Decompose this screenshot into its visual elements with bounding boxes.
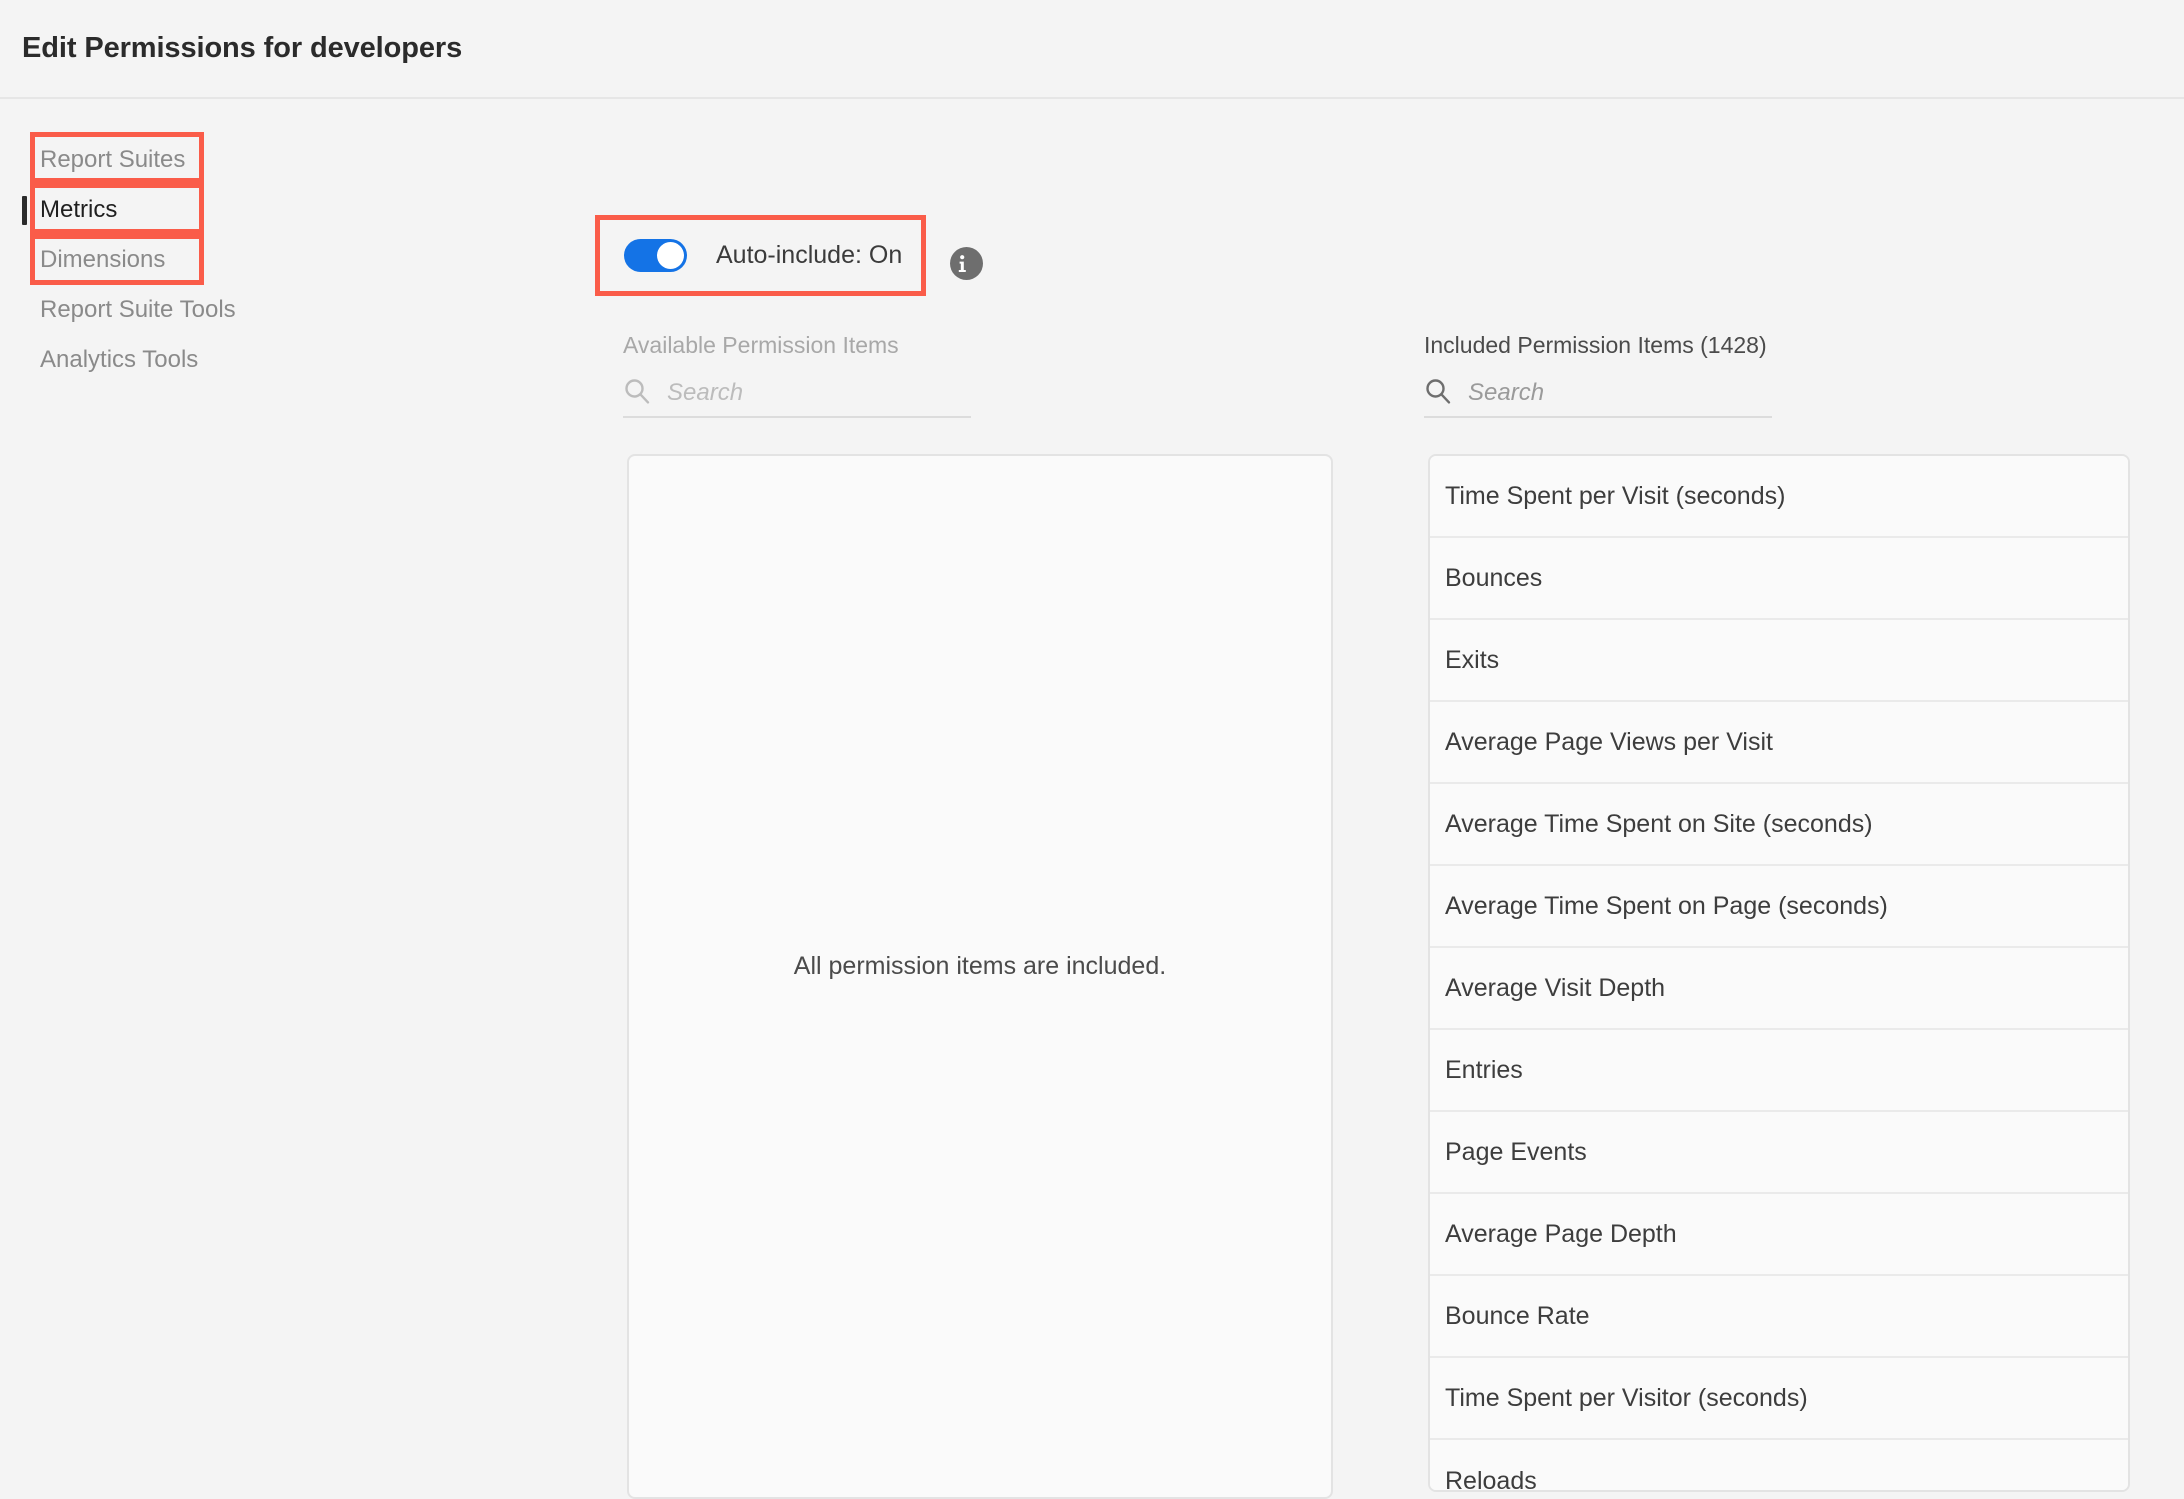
sidebar-item-label: Report Suites — [40, 146, 186, 173]
sidebar-item-analytics-tools[interactable]: Analytics Tools — [0, 335, 600, 385]
auto-include-annotated-group: Auto-include: On — [595, 215, 926, 296]
available-items-heading: Available Permission Items — [623, 332, 899, 358]
list-item[interactable]: Time Spent per Visitor (seconds) — [1430, 1358, 2128, 1440]
page-title: Edit Permissions for developers — [22, 32, 463, 64]
toggle-knob — [657, 242, 684, 269]
info-icon[interactable] — [950, 247, 983, 280]
sidebar-item-report-suites[interactable]: Report Suites — [0, 135, 600, 185]
search-icon — [1424, 377, 1452, 410]
available-search-input[interactable] — [667, 379, 927, 407]
sidebar-item-dimensions[interactable]: Dimensions — [0, 235, 600, 285]
list-item[interactable]: Average Visit Depth — [1430, 948, 2128, 1030]
empty-state-message: All permission items are included. — [793, 952, 1167, 980]
auto-include-toggle[interactable] — [624, 239, 687, 272]
list-item[interactable]: Average Time Spent on Site (seconds) — [1430, 784, 2128, 866]
included-search-input[interactable] — [1468, 379, 1728, 407]
available-search-field[interactable] — [623, 370, 971, 418]
list-item[interactable]: Exits — [1430, 620, 2128, 702]
list-item[interactable]: Time Spent per Visit (seconds) — [1430, 456, 2128, 538]
sidebar-item-label: Report Suite Tools — [40, 296, 236, 323]
list-item[interactable]: Entries — [1430, 1030, 2128, 1112]
included-items-heading: Included Permission Items (1428) — [1424, 332, 1767, 358]
sidebar-item-label: Dimensions — [40, 246, 166, 273]
list-item[interactable]: Average Page Depth — [1430, 1194, 2128, 1276]
included-items-list[interactable]: Time Spent per Visit (seconds) Bounces Exi… — [1428, 454, 2130, 1492]
list-item[interactable]: Reloads — [1430, 1440, 2128, 1490]
sidebar-item-report-suite-tools[interactable]: Report Suite Tools — [0, 285, 600, 335]
dialog-body: Report Suites Metrics Dimensions Report Sui… — [0, 99, 2184, 1499]
list-item[interactable]: Bounce Rate — [1430, 1276, 2128, 1358]
sidebar-item-metrics[interactable]: Metrics — [0, 185, 600, 235]
list-item[interactable]: Page Events — [1430, 1112, 2128, 1194]
search-icon — [623, 377, 651, 410]
dialog-header: Edit Permissions for developers — [0, 0, 2184, 99]
sidebar-selection-indicator — [22, 196, 27, 225]
sidebar-item-label: Analytics Tools — [40, 346, 199, 373]
sidebar-nav: Report Suites Metrics Dimensions Report Sui… — [0, 135, 600, 385]
auto-include-label: Auto-include: On — [716, 241, 903, 269]
included-search-field[interactable] — [1424, 370, 1772, 418]
available-items-panel: All permission items are included. — [627, 454, 1333, 1499]
list-item[interactable]: Average Page Views per Visit — [1430, 702, 2128, 784]
list-item[interactable]: Average Time Spent on Page (seconds) — [1430, 866, 2128, 948]
list-item[interactable]: Bounces — [1430, 538, 2128, 620]
sidebar-item-label: Metrics — [40, 196, 118, 223]
